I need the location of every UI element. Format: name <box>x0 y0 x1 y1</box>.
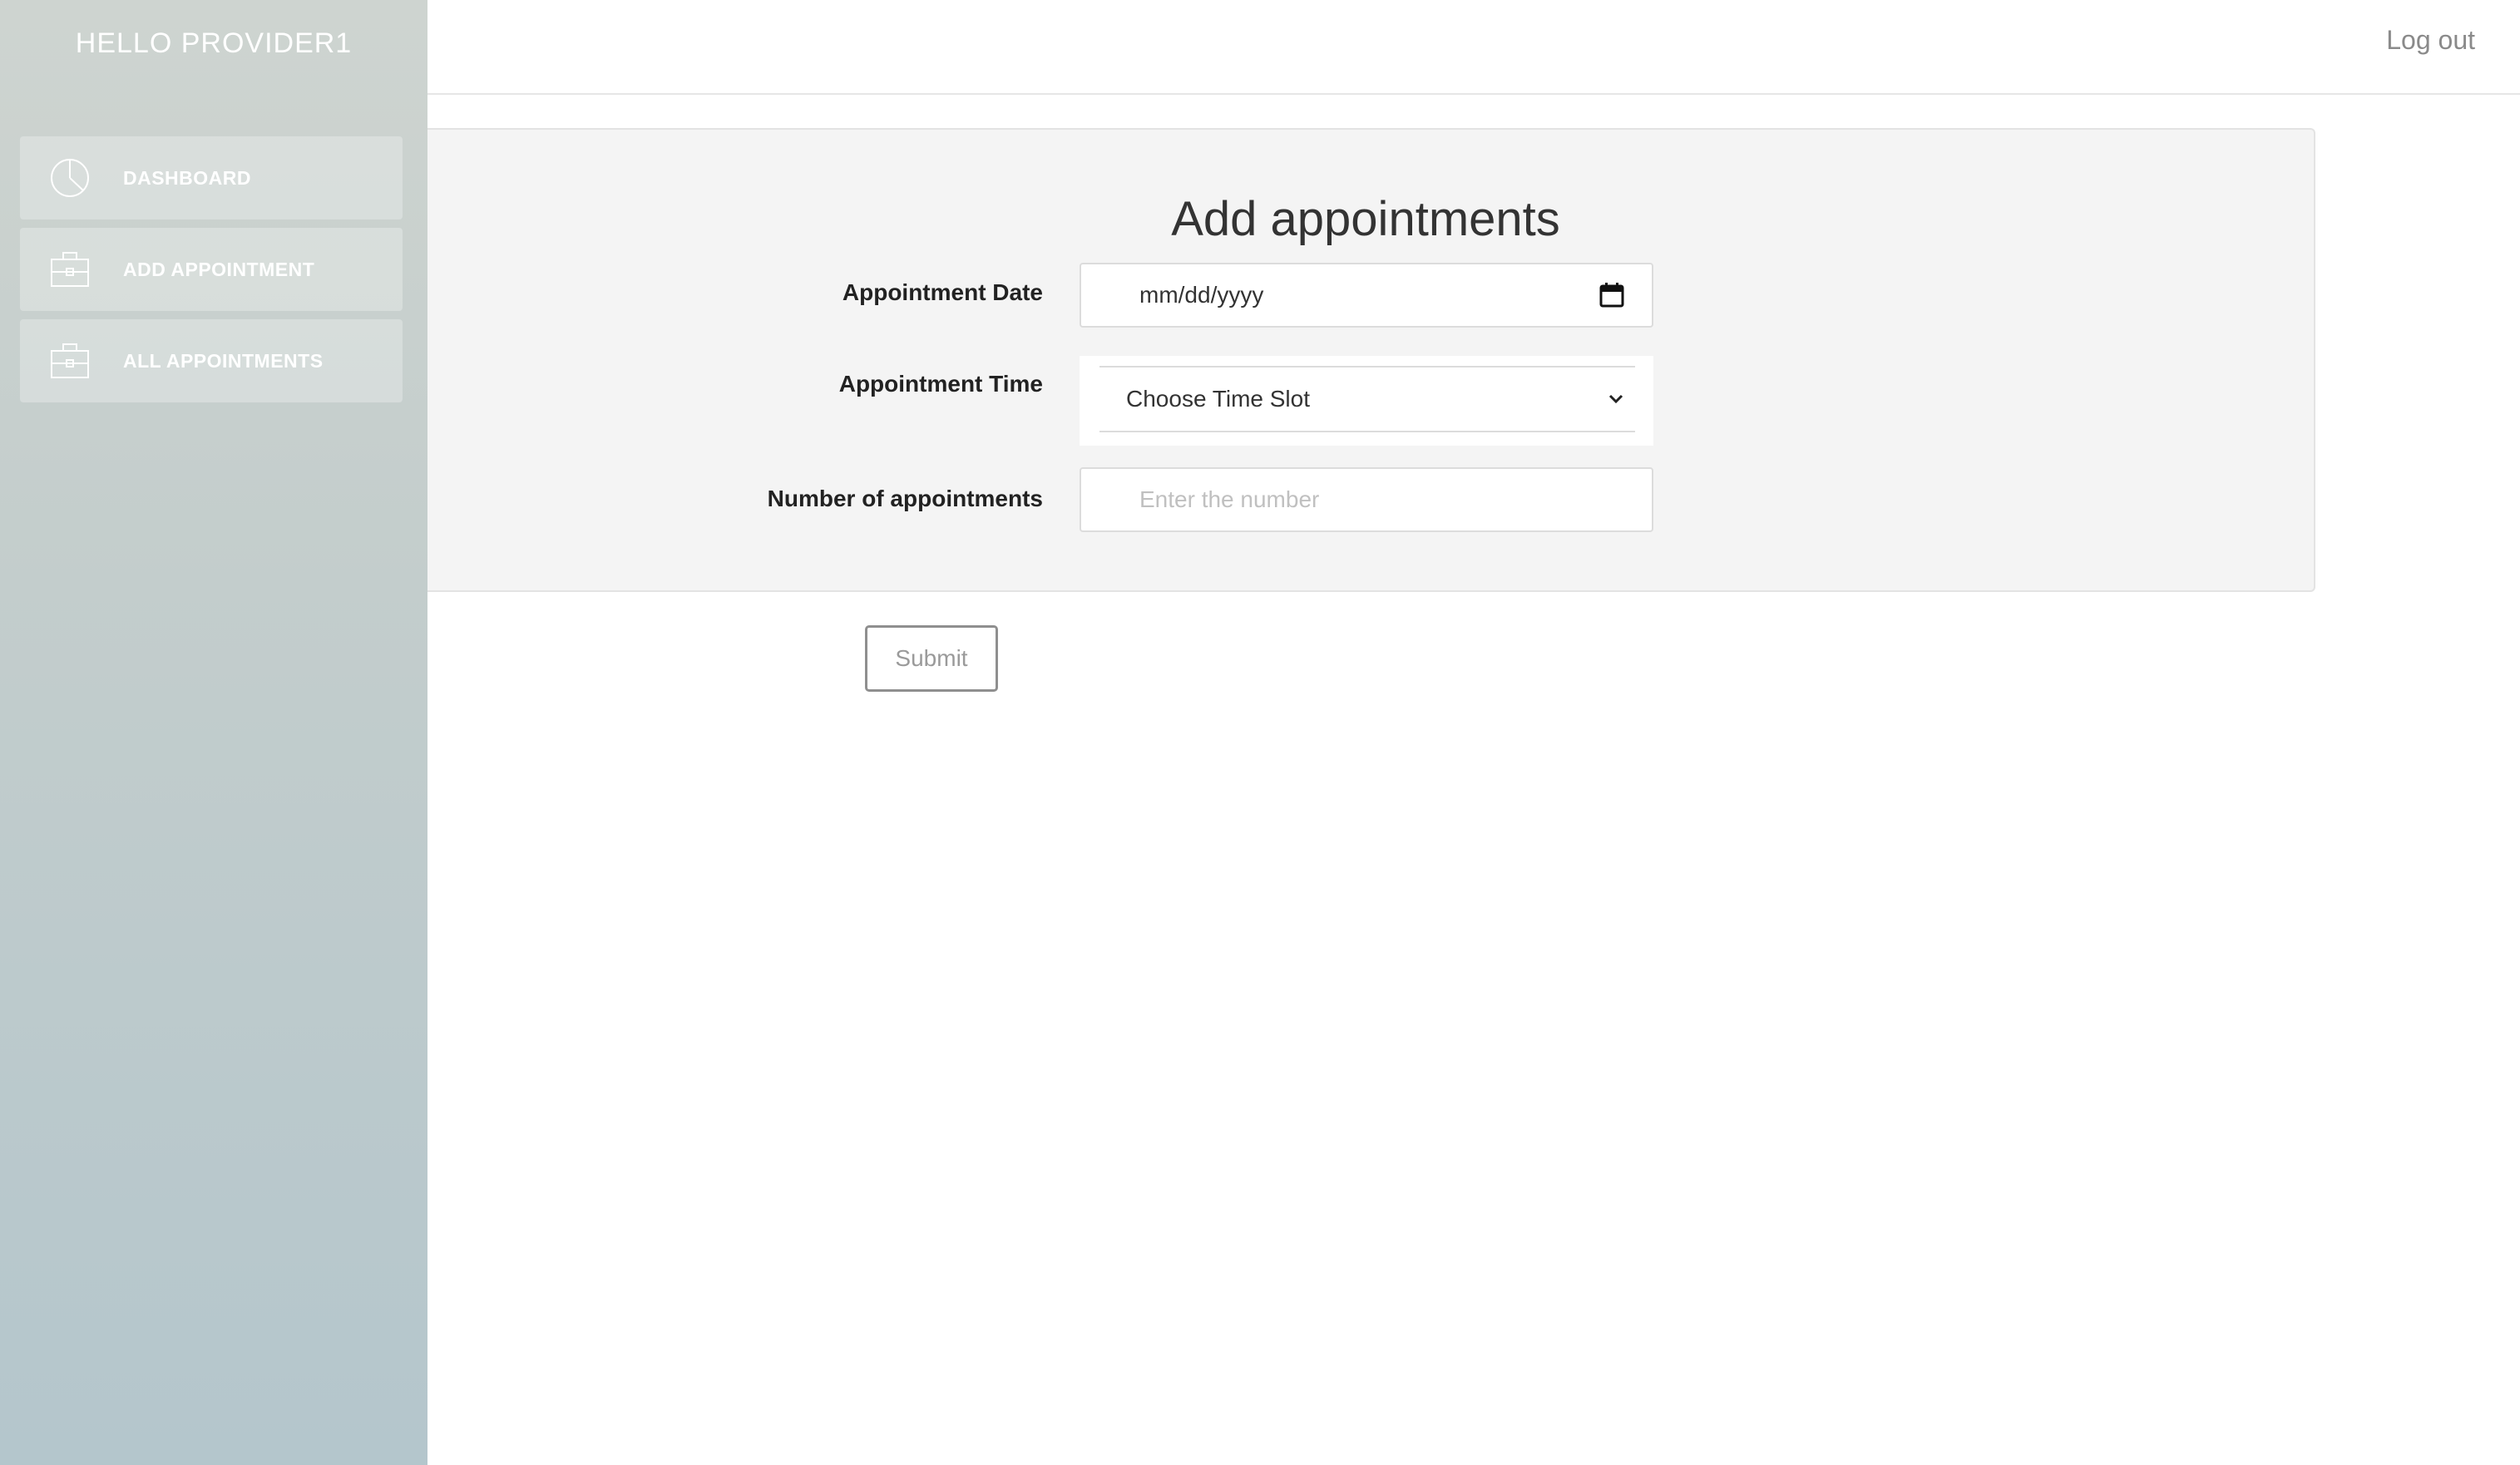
sidebar-item-label: ADD APPOINTMENT <box>123 258 315 280</box>
logout-link[interactable]: Log out <box>2386 25 2475 56</box>
page-title: Add appointments <box>1171 192 1560 246</box>
submit-button[interactable]: Submit <box>865 625 998 692</box>
time-slot-value: Choose Time Slot <box>1126 386 1310 412</box>
appointment-time-label: Appointment Time <box>838 371 1043 397</box>
calendar-icon[interactable] <box>1598 282 1625 308</box>
sidebar-item-all-appointments[interactable]: ALL APPOINTMENTS <box>20 319 403 402</box>
top-bar: Log out <box>427 0 2520 95</box>
sidebar-greeting: HELLO PROVIDER1 <box>75 27 353 59</box>
briefcase-icon <box>48 248 91 291</box>
briefcase-icon <box>48 339 91 382</box>
sidebar-item-add-appointment[interactable]: ADD APPOINTMENT <box>20 228 403 311</box>
number-of-appointments-label: Number of appointments <box>767 486 1043 511</box>
sidebar: HELLO PROVIDER1 DASHBOARD ADD APPOINTMEN… <box>0 0 427 1465</box>
sidebar-item-label: DASHBOARD <box>123 166 251 189</box>
app-root: HELLO PROVIDER1 DASHBOARD ADD APPOINTMEN… <box>0 0 2520 1465</box>
appointment-date-input[interactable]: mm/dd/yyyy <box>1080 263 1653 328</box>
sidebar-item-dashboard[interactable]: DASHBOARD <box>20 136 403 220</box>
date-value: mm/dd/yyyy <box>1139 282 1264 308</box>
pie-chart-icon <box>48 156 91 200</box>
appointment-date-label: Appointment Date <box>842 279 1043 305</box>
appointment-time-select-wrapper: Choose Time Slot <box>1080 356 1653 446</box>
appointment-time-select[interactable]: Choose Time Slot <box>1099 366 1635 432</box>
sidebar-item-label: ALL APPOINTMENTS <box>123 349 324 372</box>
number-of-appointments-input[interactable] <box>1139 486 1622 513</box>
add-appointment-form: Add appointments Appointment Date mm/dd/… <box>427 128 2315 592</box>
chevron-down-icon <box>1605 388 1627 410</box>
number-of-appointments-field <box>1080 467 1653 532</box>
